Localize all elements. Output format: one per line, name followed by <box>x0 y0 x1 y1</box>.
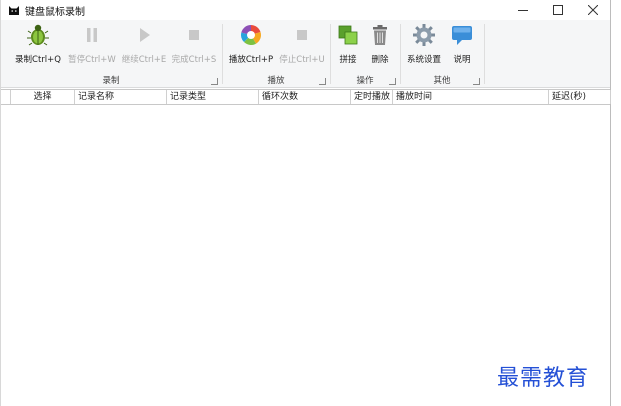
group-other-launcher[interactable] <box>473 78 480 85</box>
ribbon-toolbar: 录制Ctrl+Q 暂停Ctrl+W 继续Ctrl+E 完成Ctrl+S 录制 播… <box>1 20 610 88</box>
finish-button[interactable]: 完成Ctrl+S <box>170 23 218 67</box>
close-icon <box>588 5 598 15</box>
color-wheel-play-icon <box>241 24 261 45</box>
play-icon <box>140 28 150 42</box>
close-button[interactable] <box>576 0 610 20</box>
column-header-record-name[interactable]: 记录名称 <box>75 90 167 104</box>
group-other: 系统设置 说明 其他 <box>401 20 483 88</box>
group-play-launcher[interactable] <box>319 78 326 85</box>
speech-bubble-icon <box>452 26 472 45</box>
group-play: 播放Ctrl+P 停止Ctrl+U 播放 <box>223 20 329 88</box>
help-button[interactable]: 说明 <box>447 23 477 67</box>
pause-button-label: 暂停Ctrl+W <box>68 55 116 65</box>
watermark-text: 最需教育 <box>497 366 590 391</box>
window-title: 键盘鼠标录制 <box>25 7 85 18</box>
cat-app-icon <box>9 6 19 15</box>
minimize-icon <box>518 10 528 11</box>
stop-icon <box>189 30 199 40</box>
stop-button[interactable]: 停止Ctrl+U <box>277 23 327 67</box>
column-header-delay[interactable]: 延迟(秒) <box>549 90 611 104</box>
column-header-scheduled-play[interactable]: 定时播放 <box>351 90 393 104</box>
play-button[interactable]: 播放Ctrl+P <box>226 23 276 67</box>
merge-button[interactable]: 拼接 <box>333 23 363 67</box>
group-record-launcher[interactable] <box>211 78 218 85</box>
record-table-header: 选择 记录名称 记录类型 循环次数 定时播放 播放时间 延迟(秒) <box>1 89 611 105</box>
settings-button-label: 系统设置 <box>406 55 441 65</box>
record-button-label: 录制Ctrl+Q <box>15 55 61 65</box>
delete-button[interactable]: 删除 <box>365 23 395 67</box>
delete-button-label: 删除 <box>371 55 389 65</box>
group-play-label: 播放 <box>267 76 285 86</box>
play-button-label: 播放Ctrl+P <box>228 55 274 65</box>
finish-button-label: 完成Ctrl+S <box>171 55 217 65</box>
group-operate: 拼接 删除 操作 <box>331 20 399 88</box>
group-record-label: 录制 <box>102 76 120 86</box>
group-divider <box>484 24 485 84</box>
pause-icon <box>87 28 97 42</box>
merge-icon <box>338 25 358 45</box>
app-window: 键盘鼠标录制 录制Ctrl+Q 暂停Ctrl+W 继续Ctrl+E 完成Ctrl… <box>0 0 611 406</box>
stop-button-label: 停止Ctrl+U <box>279 55 325 65</box>
group-other-label: 其他 <box>433 76 451 86</box>
group-record: 录制Ctrl+Q 暂停Ctrl+W 继续Ctrl+E 完成Ctrl+S 录制 <box>1 20 221 88</box>
record-bug-icon <box>27 24 49 46</box>
group-operate-launcher[interactable] <box>389 78 396 85</box>
column-header-loop-count[interactable]: 循环次数 <box>259 90 351 104</box>
column-header-record-type[interactable]: 记录类型 <box>167 90 259 104</box>
column-header-play-time[interactable]: 播放时间 <box>393 90 549 104</box>
help-button-label: 说明 <box>453 55 471 65</box>
row-indicator-header <box>1 90 11 104</box>
column-header-select[interactable]: 选择 <box>11 90 75 104</box>
resume-button[interactable]: 继续Ctrl+E <box>120 23 168 67</box>
trash-icon <box>373 25 387 45</box>
merge-button-label: 拼接 <box>339 55 357 65</box>
pause-button[interactable]: 暂停Ctrl+W <box>67 23 117 67</box>
record-button[interactable]: 录制Ctrl+Q <box>14 23 62 67</box>
title-bar: 键盘鼠标录制 <box>1 0 610 20</box>
settings-button[interactable]: 系统设置 <box>403 23 445 67</box>
gear-icon <box>413 24 435 46</box>
maximize-button[interactable] <box>541 0 575 20</box>
resume-button-label: 继续Ctrl+E <box>121 55 167 65</box>
maximize-icon <box>553 5 563 15</box>
minimize-button[interactable] <box>506 0 540 20</box>
stop-icon <box>297 30 307 40</box>
